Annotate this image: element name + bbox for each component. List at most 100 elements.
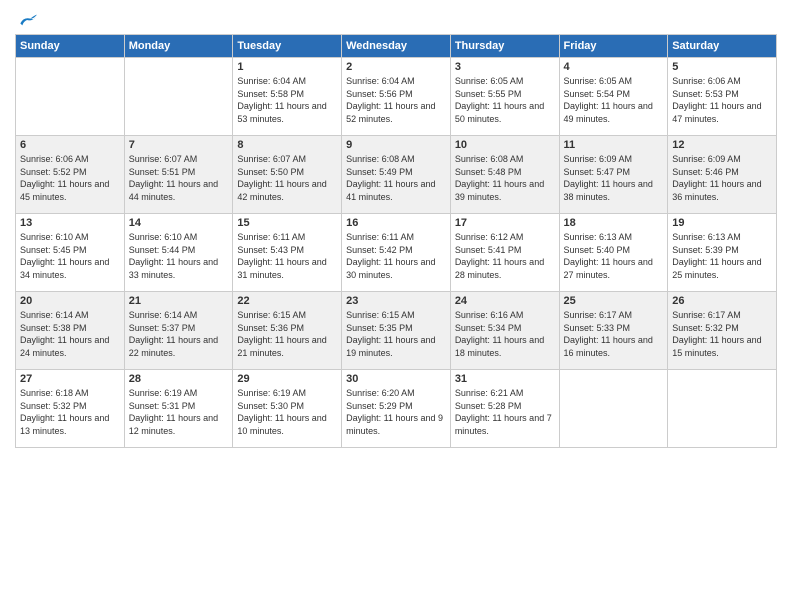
header — [15, 10, 777, 26]
day-number: 20 — [20, 295, 120, 307]
day-info: Sunrise: 6:08 AMSunset: 5:48 PMDaylight:… — [455, 153, 555, 203]
calendar-cell: 15 Sunrise: 6:11 AMSunset: 5:43 PMDayligh… — [233, 214, 342, 292]
calendar-cell: 20 Sunrise: 6:14 AMSunset: 5:38 PMDayligh… — [16, 292, 125, 370]
calendar-week-row: 27 Sunrise: 6:18 AMSunset: 5:32 PMDayligh… — [16, 370, 777, 448]
day-number: 22 — [237, 295, 337, 307]
day-info: Sunrise: 6:05 AMSunset: 5:55 PMDaylight:… — [455, 75, 555, 125]
calendar-cell: 17 Sunrise: 6:12 AMSunset: 5:41 PMDayligh… — [450, 214, 559, 292]
day-info: Sunrise: 6:15 AMSunset: 5:35 PMDaylight:… — [346, 309, 446, 359]
calendar-cell: 7 Sunrise: 6:07 AMSunset: 5:51 PMDaylight… — [124, 136, 233, 214]
logo-text — [15, 10, 37, 30]
day-number: 14 — [129, 217, 229, 229]
day-info: Sunrise: 6:04 AMSunset: 5:58 PMDaylight:… — [237, 75, 337, 125]
calendar-cell — [668, 370, 777, 448]
calendar-cell — [559, 370, 668, 448]
day-number: 28 — [129, 373, 229, 385]
weekday-header-tuesday: Tuesday — [233, 35, 342, 58]
day-info: Sunrise: 6:13 AMSunset: 5:39 PMDaylight:… — [672, 231, 772, 281]
day-number: 16 — [346, 217, 446, 229]
calendar-cell: 31 Sunrise: 6:21 AMSunset: 5:28 PMDayligh… — [450, 370, 559, 448]
weekday-header-sunday: Sunday — [16, 35, 125, 58]
calendar-cell: 21Sunrise: 6:14 AMSunset: 5:37 PMDayligh… — [124, 292, 233, 370]
calendar-table: SundayMondayTuesdayWednesdayThursdayFrid… — [15, 34, 777, 448]
day-number: 27 — [20, 373, 120, 385]
day-number: 25 — [564, 295, 664, 307]
logo-bird-icon — [17, 10, 37, 30]
day-info: Sunrise: 6:07 AMSunset: 5:51 PMDaylight:… — [129, 153, 229, 203]
weekday-header-friday: Friday — [559, 35, 668, 58]
day-number: 5 — [672, 61, 772, 73]
calendar-cell: 28 Sunrise: 6:19 AMSunset: 5:31 PMDayligh… — [124, 370, 233, 448]
day-number: 12 — [672, 139, 772, 151]
calendar-cell: 8 Sunrise: 6:07 AMSunset: 5:50 PMDaylight… — [233, 136, 342, 214]
day-number: 4 — [564, 61, 664, 73]
day-info: Sunrise: 6:06 AMSunset: 5:52 PMDaylight:… — [20, 153, 120, 203]
calendar-cell: 13 Sunrise: 6:10 AMSunset: 5:45 PMDayligh… — [16, 214, 125, 292]
day-info: Sunrise: 6:14 AMSunset: 5:38 PMDaylight:… — [20, 309, 120, 359]
calendar-week-row: 20 Sunrise: 6:14 AMSunset: 5:38 PMDayligh… — [16, 292, 777, 370]
day-number: 8 — [237, 139, 337, 151]
day-info: Sunrise: 6:06 AMSunset: 5:53 PMDaylight:… — [672, 75, 772, 125]
day-info: Sunrise: 6:08 AMSunset: 5:49 PMDaylight:… — [346, 153, 446, 203]
calendar-cell: 23 Sunrise: 6:15 AMSunset: 5:35 PMDayligh… — [342, 292, 451, 370]
day-number: 11 — [564, 139, 664, 151]
calendar-cell: 11 Sunrise: 6:09 AMSunset: 5:47 PMDayligh… — [559, 136, 668, 214]
day-info: Sunrise: 6:09 AMSunset: 5:47 PMDaylight:… — [564, 153, 664, 203]
day-info: Sunrise: 6:12 AMSunset: 5:41 PMDaylight:… — [455, 231, 555, 281]
calendar-cell: 5 Sunrise: 6:06 AMSunset: 5:53 PMDaylight… — [668, 58, 777, 136]
day-info: Sunrise: 6:19 AMSunset: 5:30 PMDaylight:… — [237, 387, 337, 437]
day-number: 13 — [20, 217, 120, 229]
calendar-cell: 16 Sunrise: 6:11 AMSunset: 5:42 PMDayligh… — [342, 214, 451, 292]
day-number: 17 — [455, 217, 555, 229]
day-number: 30 — [346, 373, 446, 385]
day-number: 3 — [455, 61, 555, 73]
calendar-header-row: SundayMondayTuesdayWednesdayThursdayFrid… — [16, 35, 777, 58]
day-number: 7 — [129, 139, 229, 151]
day-info: Sunrise: 6:17 AMSunset: 5:32 PMDaylight:… — [672, 309, 772, 359]
calendar-cell — [124, 58, 233, 136]
day-number: 19 — [672, 217, 772, 229]
day-info: Sunrise: 6:13 AMSunset: 5:40 PMDaylight:… — [564, 231, 664, 281]
day-info: Sunrise: 6:21 AMSunset: 5:28 PMDaylight:… — [455, 387, 555, 437]
day-info: Sunrise: 6:11 AMSunset: 5:43 PMDaylight:… — [237, 231, 337, 281]
calendar-cell: 24 Sunrise: 6:16 AMSunset: 5:34 PMDayligh… — [450, 292, 559, 370]
day-info: Sunrise: 6:10 AMSunset: 5:44 PMDaylight:… — [129, 231, 229, 281]
day-number: 21 — [129, 295, 229, 307]
day-info: Sunrise: 6:19 AMSunset: 5:31 PMDaylight:… — [129, 387, 229, 437]
day-info: Sunrise: 6:11 AMSunset: 5:42 PMDaylight:… — [346, 231, 446, 281]
calendar-week-row: 6 Sunrise: 6:06 AMSunset: 5:52 PMDaylight… — [16, 136, 777, 214]
day-info: Sunrise: 6:16 AMSunset: 5:34 PMDaylight:… — [455, 309, 555, 359]
day-number: 15 — [237, 217, 337, 229]
calendar-cell: 25 Sunrise: 6:17 AMSunset: 5:33 PMDayligh… — [559, 292, 668, 370]
day-number: 26 — [672, 295, 772, 307]
calendar-cell: 3 Sunrise: 6:05 AMSunset: 5:55 PMDaylight… — [450, 58, 559, 136]
calendar-cell: 2Sunrise: 6:04 AMSunset: 5:56 PMDaylight… — [342, 58, 451, 136]
calendar-cell: 27 Sunrise: 6:18 AMSunset: 5:32 PMDayligh… — [16, 370, 125, 448]
day-number: 31 — [455, 373, 555, 385]
day-info: Sunrise: 6:07 AMSunset: 5:50 PMDaylight:… — [237, 153, 337, 203]
day-info: Sunrise: 6:09 AMSunset: 5:46 PMDaylight:… — [672, 153, 772, 203]
calendar-cell: 12 Sunrise: 6:09 AMSunset: 5:46 PMDayligh… — [668, 136, 777, 214]
weekday-header-monday: Monday — [124, 35, 233, 58]
calendar-week-row: 1Sunrise: 6:04 AMSunset: 5:58 PMDaylight… — [16, 58, 777, 136]
day-number: 23 — [346, 295, 446, 307]
day-info: Sunrise: 6:20 AMSunset: 5:29 PMDaylight:… — [346, 387, 446, 437]
day-info: Sunrise: 6:18 AMSunset: 5:32 PMDaylight:… — [20, 387, 120, 437]
calendar-week-row: 13 Sunrise: 6:10 AMSunset: 5:45 PMDayligh… — [16, 214, 777, 292]
day-info: Sunrise: 6:10 AMSunset: 5:45 PMDaylight:… — [20, 231, 120, 281]
calendar-cell: 29 Sunrise: 6:19 AMSunset: 5:30 PMDayligh… — [233, 370, 342, 448]
day-number: 6 — [20, 139, 120, 151]
day-number: 2 — [346, 61, 446, 73]
day-info: Sunrise: 6:17 AMSunset: 5:33 PMDaylight:… — [564, 309, 664, 359]
day-number: 24 — [455, 295, 555, 307]
calendar-cell: 18Sunrise: 6:13 AMSunset: 5:40 PMDayligh… — [559, 214, 668, 292]
calendar-cell: 19 Sunrise: 6:13 AMSunset: 5:39 PMDayligh… — [668, 214, 777, 292]
day-number: 29 — [237, 373, 337, 385]
day-info: Sunrise: 6:15 AMSunset: 5:36 PMDaylight:… — [237, 309, 337, 359]
calendar-cell: 9Sunrise: 6:08 AMSunset: 5:49 PMDaylight… — [342, 136, 451, 214]
calendar-cell: 26 Sunrise: 6:17 AMSunset: 5:32 PMDayligh… — [668, 292, 777, 370]
calendar-cell: 22 Sunrise: 6:15 AMSunset: 5:36 PMDayligh… — [233, 292, 342, 370]
calendar-cell: 30 Sunrise: 6:20 AMSunset: 5:29 PMDayligh… — [342, 370, 451, 448]
page: SundayMondayTuesdayWednesdayThursdayFrid… — [0, 0, 792, 612]
calendar-cell: 14 Sunrise: 6:10 AMSunset: 5:44 PMDayligh… — [124, 214, 233, 292]
